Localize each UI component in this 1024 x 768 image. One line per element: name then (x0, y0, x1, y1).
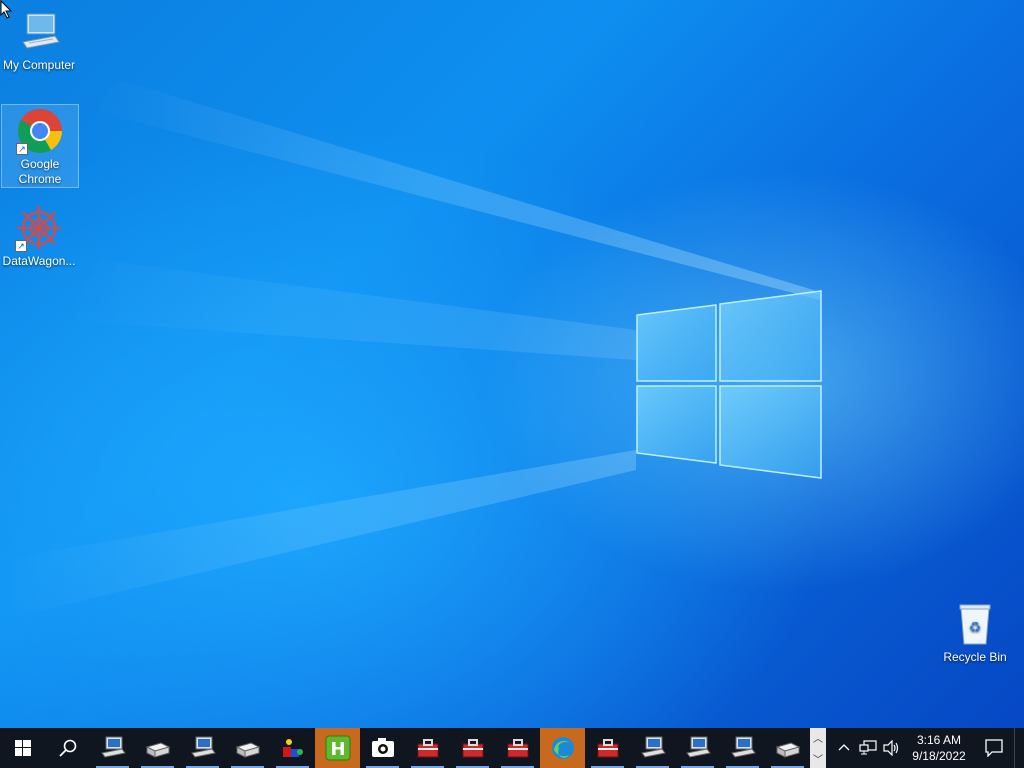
taskbar-app-toolbox[interactable] (450, 728, 495, 768)
taskbar-app-drive[interactable] (765, 728, 810, 768)
chevron-up-icon (838, 744, 850, 751)
taskbar-app-network-computer[interactable] (90, 728, 135, 768)
clock-date: 9/18/2022 (912, 749, 966, 763)
start-icon (14, 740, 31, 756)
action-center-button[interactable] (974, 728, 1014, 768)
taskbar-app-edge[interactable] (540, 728, 585, 768)
network-computer-icon (100, 736, 126, 758)
start-button[interactable] (0, 728, 45, 768)
clock[interactable]: 3:16 AM 9/18/2022 (904, 728, 974, 768)
notification-icon (985, 739, 1003, 757)
desktop-icon-recycle-bin[interactable]: ♻ Recycle Bin (936, 600, 1014, 665)
edge-icon (551, 737, 574, 759)
taskbar-app-drive[interactable] (135, 728, 180, 768)
system-tray: 3:16 AM 9/18/2022 (832, 728, 1020, 768)
network-computer-icon (685, 736, 711, 758)
desktop-icon-label: Recycle Bin (943, 650, 1007, 664)
chevron-up-icon[interactable]: ︿ (813, 730, 823, 745)
chevron-down-icon[interactable]: ﹀ (813, 751, 823, 766)
taskbar: H ︿ ﹀ 3:16 AM 9/18/2022 (0, 728, 1024, 768)
search-icon (58, 739, 76, 757)
datawagon-icon: ↗ (15, 204, 63, 252)
taskbar-app-network-computer[interactable] (675, 728, 720, 768)
taskbar-scroll[interactable]: ︿ ﹀ (810, 728, 826, 768)
chrome-icon: ↗ (16, 107, 64, 155)
taskbar-app-h[interactable]: H (315, 728, 360, 768)
network-computer-icon (730, 736, 756, 758)
toolbox-icon (507, 739, 528, 758)
speaker-icon (883, 740, 899, 756)
toolbox-icon (417, 739, 438, 758)
taskbar-app-network-computer[interactable] (630, 728, 675, 768)
computer-icon (15, 8, 63, 56)
svg-text:H: H (330, 739, 345, 760)
desktop-icon-google-chrome[interactable]: ↗ Google Chrome (1, 104, 79, 188)
mouse-cursor-icon (0, 0, 13, 19)
colored-blocks-icon (282, 739, 303, 757)
toolbox-icon (462, 739, 483, 758)
taskbar-app-network-computer[interactable] (180, 728, 225, 768)
show-desktop-button[interactable] (1014, 728, 1020, 768)
svg-text:♻: ♻ (969, 620, 982, 636)
desktop-icon-label: DataWagon... (2, 254, 76, 268)
volume-tray-button[interactable] (880, 728, 904, 768)
desktop-icon-label: My Computer (2, 58, 76, 72)
recycle-bin-icon: ♻ (951, 600, 999, 648)
show-hidden-icons-button[interactable] (832, 728, 856, 768)
network-tray-button[interactable] (856, 728, 880, 768)
drive-icon (145, 742, 170, 758)
shortcut-arrow-icon: ↗ (15, 240, 27, 252)
network-computer-icon (190, 736, 216, 758)
search-button[interactable] (45, 728, 90, 768)
network-computer-icon (640, 736, 666, 758)
drive-icon (775, 742, 800, 758)
desktop-icon-label: Google Chrome (18, 157, 62, 186)
clock-time: 3:16 AM (916, 733, 962, 747)
network-icon (859, 740, 877, 755)
taskbar-app-drive[interactable] (225, 728, 270, 768)
desktop: My Computer ↗ Google Chrome ↗ DataWagon.… (0, 0, 1024, 728)
windows-logo (636, 290, 822, 479)
h-app-icon: H (325, 735, 350, 761)
shortcut-arrow-icon: ↗ (16, 143, 28, 155)
drive-icon (235, 742, 260, 758)
taskbar-app-network-computer[interactable] (720, 728, 765, 768)
toolbox-icon (597, 739, 618, 758)
taskbar-app-camera[interactable] (360, 728, 405, 768)
camera-icon (371, 738, 394, 757)
taskbar-app-colored-blocks[interactable] (270, 728, 315, 768)
taskbar-app-toolbox[interactable] (585, 728, 630, 768)
taskbar-app-toolbox[interactable] (495, 728, 540, 768)
wallpaper-beams (0, 80, 820, 620)
desktop-icon-datawagon[interactable]: ↗ DataWagon... (0, 204, 78, 269)
taskbar-app-toolbox[interactable] (405, 728, 450, 768)
